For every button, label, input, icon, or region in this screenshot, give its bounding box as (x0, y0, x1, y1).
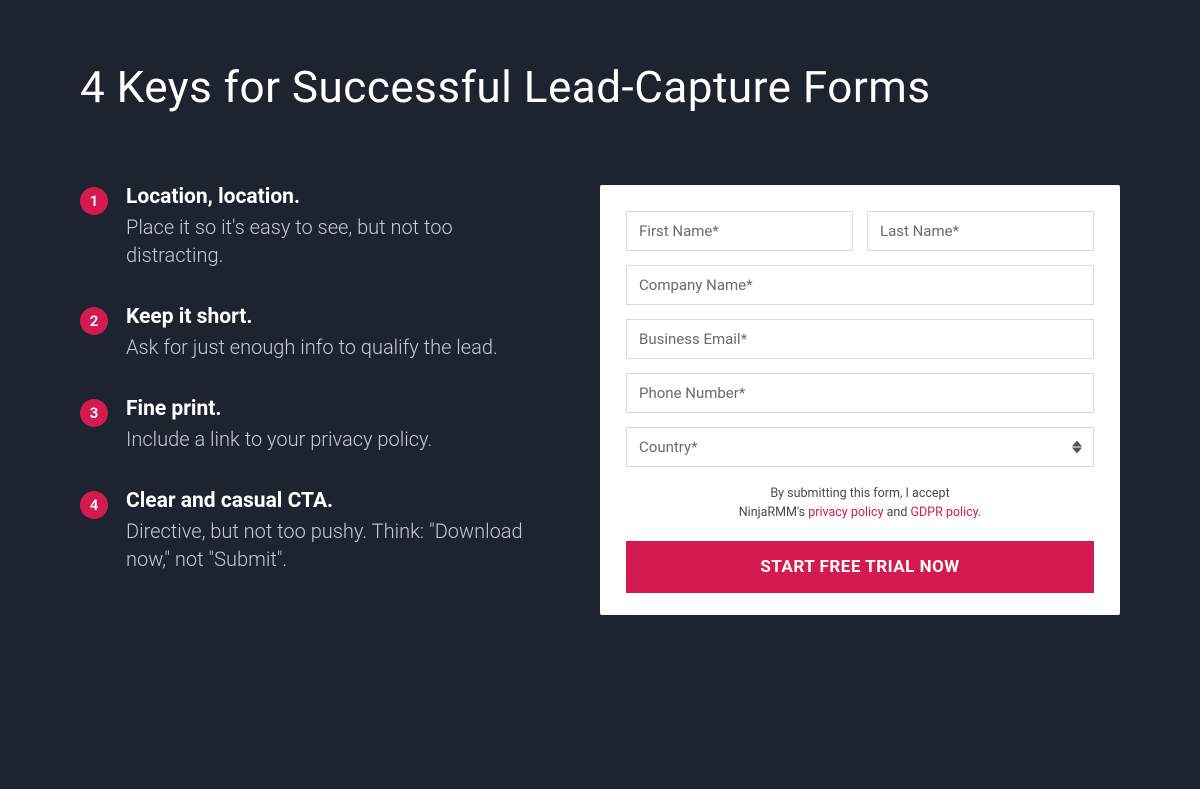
gdpr-policy-link[interactable]: GDPR policy (910, 505, 977, 520)
key-desc: Include a link to your privacy policy. (126, 425, 540, 453)
key-text: Keep it short. Ask for just enough info … (126, 305, 540, 361)
content-row: 1 Location, location. Place it so it's e… (80, 185, 1120, 615)
page-title: 4 Keys for Successful Lead-Capture Forms (80, 60, 1120, 115)
key-item-3: 3 Fine print. Include a link to your pri… (80, 397, 540, 453)
keys-list: 1 Location, location. Place it so it's e… (80, 185, 540, 615)
key-title: Fine print. (126, 397, 540, 421)
key-badge: 3 (80, 399, 108, 427)
key-text: Fine print. Include a link to your priva… (126, 397, 540, 453)
key-title: Clear and casual CTA. (126, 489, 540, 513)
key-item-4: 4 Clear and casual CTA. Directive, but n… (80, 489, 540, 573)
key-desc: Place it so it's easy to see, but not to… (126, 213, 540, 269)
key-badge: 1 (80, 187, 108, 215)
privacy-policy-link[interactable]: privacy policy (808, 505, 883, 520)
last-name-input[interactable] (867, 211, 1094, 251)
key-desc: Directive, but not too pushy. Think: "Do… (126, 517, 540, 573)
key-desc: Ask for just enough info to qualify the … (126, 333, 540, 361)
key-item-1: 1 Location, location. Place it so it's e… (80, 185, 540, 269)
disclaimer-text: By submitting this form, I accept NinjaR… (626, 485, 1094, 523)
company-input[interactable] (626, 265, 1094, 305)
key-title: Location, location. (126, 185, 540, 209)
email-input[interactable] (626, 319, 1094, 359)
key-text: Location, location. Place it so it's eas… (126, 185, 540, 269)
key-badge: 4 (80, 491, 108, 519)
phone-input[interactable] (626, 373, 1094, 413)
key-title: Keep it short. (126, 305, 540, 329)
key-text: Clear and casual CTA. Directive, but not… (126, 489, 540, 573)
key-item-2: 2 Keep it short. Ask for just enough inf… (80, 305, 540, 361)
key-badge: 2 (80, 307, 108, 335)
first-name-input[interactable] (626, 211, 853, 251)
country-select[interactable]: Country* (626, 427, 1094, 467)
start-trial-button[interactable]: START FREE TRIAL NOW (626, 541, 1094, 593)
lead-form: Country* By submitting this form, I acce… (600, 185, 1120, 615)
